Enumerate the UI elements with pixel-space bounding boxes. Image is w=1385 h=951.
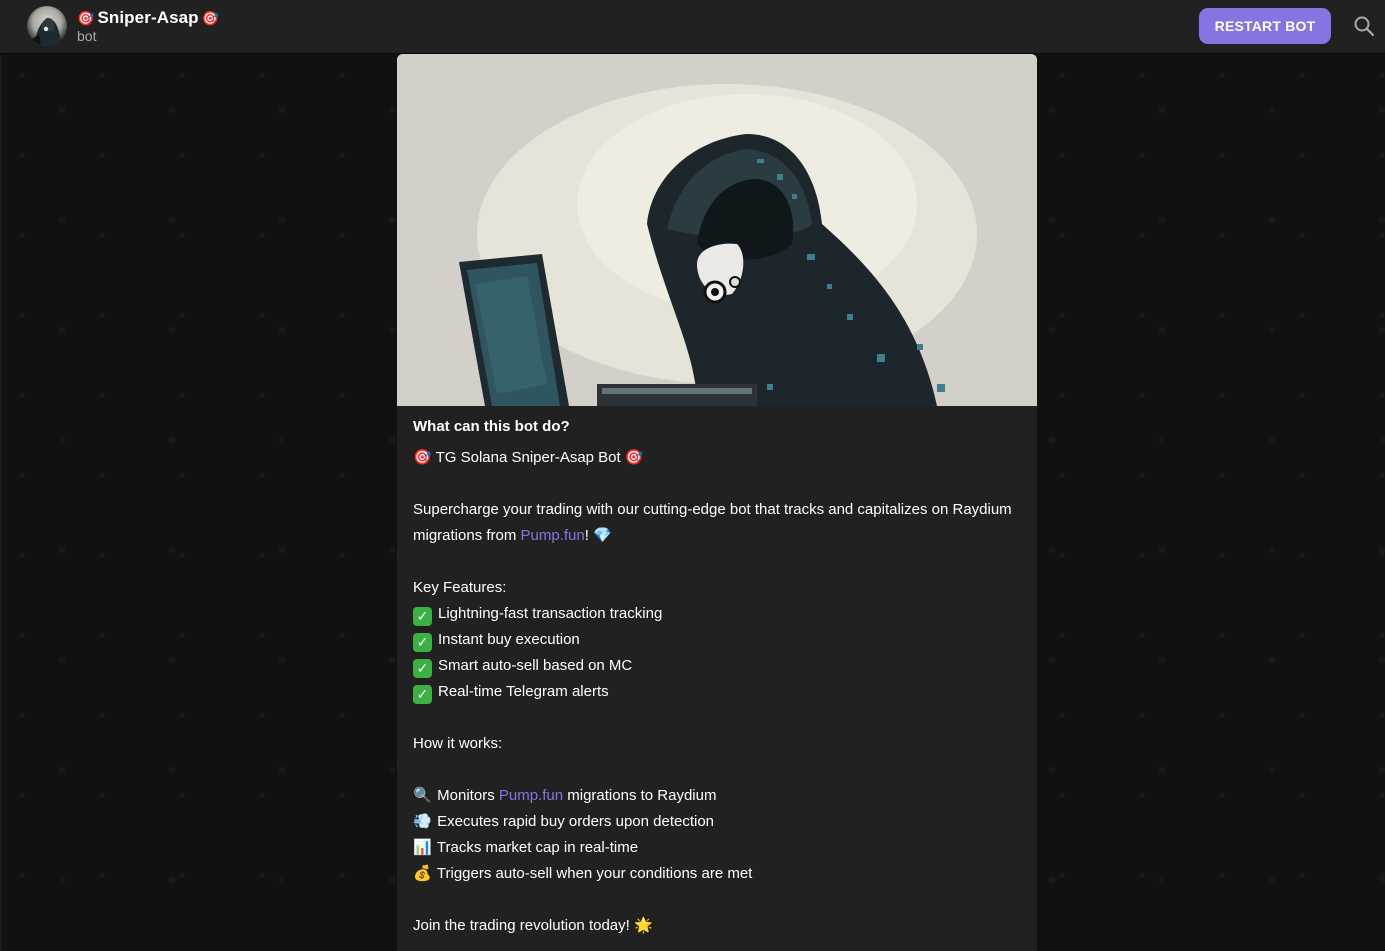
- how-text: Tracks market cap in real-time: [436, 839, 639, 856]
- features-heading: Key Features:: [413, 579, 507, 596]
- closing-line: Join the trading revolution today! 🌟: [413, 913, 1023, 939]
- bot-title-text: TG Solana Sniper-Asap Bot: [435, 449, 621, 466]
- intro-line-1: Supercharge your trading with our cuttin…: [413, 501, 1012, 518]
- how-item: 💰 Triggers auto-sell when your condition…: [413, 861, 1023, 887]
- bot-info-card: What can this bot do? 🎯 TG Solana Sniper…: [397, 54, 1037, 951]
- pump-fun-link[interactable]: Pump.fun: [521, 527, 585, 544]
- how-text: Monitors: [437, 787, 499, 804]
- how-item: 📊 Tracks market cap in real-time: [413, 835, 1023, 861]
- checkmark-icon: ✓: [413, 633, 432, 652]
- pump-fun-link[interactable]: Pump.fun: [499, 787, 563, 804]
- intro-prefix: migrations from: [413, 527, 521, 544]
- feature-label: Lightning-fast transaction tracking: [438, 605, 663, 622]
- target-icon: 🎯: [624, 449, 644, 466]
- star-icon: 🌟: [633, 917, 653, 934]
- chat-title[interactable]: 🎯 Sniper-Asap 🎯: [77, 7, 219, 29]
- checkmark-icon: ✓: [413, 659, 432, 678]
- intro-line-2: migrations from Pump.fun! 💎: [413, 523, 1023, 549]
- description-heading: What can this bot do?: [413, 418, 570, 435]
- feature-item: ✓ Real-time Telegram alerts: [413, 679, 1023, 705]
- target-icon: 🎯: [77, 10, 95, 26]
- hooded-hacker-avatar-icon: [31, 18, 61, 46]
- how-text: Triggers auto-sell when your conditions …: [436, 865, 753, 882]
- checkmark-icon: ✓: [413, 607, 432, 626]
- diamond-icon: 💎: [593, 527, 612, 544]
- target-icon: 🎯: [201, 10, 220, 26]
- how-text: Executes rapid buy orders upon detection: [437, 813, 715, 830]
- hooded-hacker-illustration-icon: [397, 54, 1037, 406]
- money-bag-icon: 💰: [413, 865, 432, 882]
- feature-label: Real-time Telegram alerts: [438, 683, 609, 700]
- search-icon[interactable]: [1352, 14, 1376, 38]
- feature-item: ✓ Instant buy execution: [413, 627, 1023, 653]
- feature-item: ✓ Smart auto-sell based on MC: [413, 653, 1023, 679]
- how-heading: How it works:: [413, 735, 503, 752]
- bot-description: What can this bot do? 🎯 TG Solana Sniper…: [413, 416, 1023, 939]
- chat-subtitle: bot: [77, 28, 97, 44]
- target-icon: 🎯: [413, 449, 432, 466]
- bot-name: Sniper-Asap: [97, 8, 199, 27]
- bot-description-image: [397, 54, 1037, 406]
- closing-text: Join the trading revolution today!: [413, 917, 630, 934]
- feature-item: ✓ Lightning-fast transaction tracking: [413, 601, 1023, 627]
- feature-label: Smart auto-sell based on MC: [438, 657, 633, 674]
- checkmark-icon: ✓: [413, 685, 432, 704]
- bar-chart-icon: 📊: [413, 839, 432, 856]
- intro-suffix: !: [584, 527, 589, 544]
- how-item: 🔍 Monitors Pump.fun migrations to Raydiu…: [413, 783, 1023, 809]
- magnifier-icon: 🔍: [413, 787, 432, 804]
- chat-header: 🎯 Sniper-Asap 🎯 bot RESTART BOT: [0, 0, 1385, 54]
- restart-bot-button[interactable]: RESTART BOT: [1199, 8, 1331, 44]
- bot-title-line: 🎯 TG Solana Sniper-Asap Bot 🎯: [413, 445, 1023, 471]
- bot-avatar[interactable]: [27, 6, 67, 46]
- feature-label: Instant buy execution: [438, 631, 580, 648]
- how-text: migrations to Raydium: [563, 787, 717, 804]
- how-item: 💨 Executes rapid buy orders upon detecti…: [413, 809, 1023, 835]
- dash-icon: 💨: [413, 813, 432, 830]
